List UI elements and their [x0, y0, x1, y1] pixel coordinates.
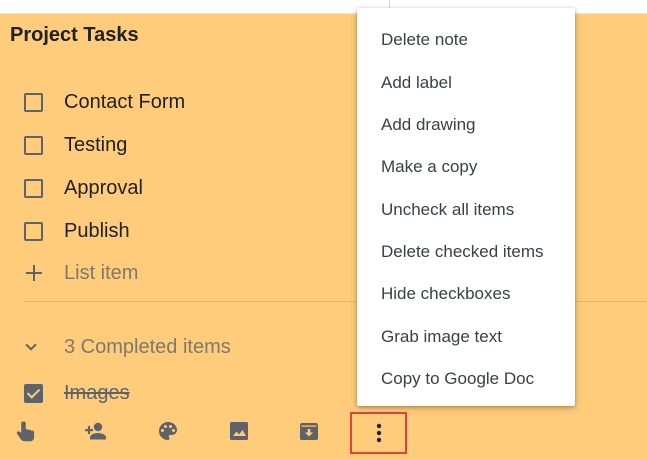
archive-button[interactable] [296, 418, 322, 444]
list-item-text[interactable]: Contact Form [64, 91, 185, 114]
more-options-icon [376, 423, 381, 443]
collaborator-button[interactable] [82, 418, 108, 444]
list-item-text[interactable]: Approval [64, 177, 143, 200]
menu-item-add-label[interactable]: Add label [381, 72, 452, 94]
list-item: Approval [24, 173, 354, 203]
collaborator-icon [85, 422, 106, 440]
checkbox[interactable] [24, 92, 43, 112]
list-item-text[interactable]: Testing [64, 134, 127, 157]
plus-icon [24, 263, 44, 283]
menu-item-copy-to-google-doc[interactable]: Copy to Google Doc [381, 368, 534, 390]
menu-item-add-drawing[interactable]: Add drawing [381, 114, 476, 136]
checkbox-checked[interactable] [24, 383, 43, 403]
menu-item-uncheck-all[interactable]: Uncheck all items [381, 199, 514, 221]
add-image-button[interactable] [226, 418, 252, 444]
list-item: Contact Form [24, 87, 354, 117]
color-palette-icon [159, 422, 177, 440]
menu-item-grab-image-text[interactable]: Grab image text [381, 326, 502, 348]
more-options-button[interactable] [350, 412, 407, 454]
list-item-text[interactable]: Publish [64, 220, 130, 243]
more-options-menu: Delete note Add label Add drawing Make a… [357, 8, 575, 406]
add-list-item-row[interactable]: List item [24, 258, 138, 288]
checkbox[interactable] [24, 221, 43, 241]
menu-item-delete-note[interactable]: Delete note [381, 29, 468, 51]
checkbox[interactable] [24, 135, 43, 155]
list-item: Publish [24, 216, 354, 246]
checkbox[interactable] [24, 178, 43, 198]
note-title[interactable]: Project Tasks [10, 24, 139, 47]
completed-items-toggle[interactable]: 3 Completed items [26, 332, 231, 362]
completed-items-summary: 3 Completed items [64, 335, 231, 358]
menu-item-make-copy[interactable]: Make a copy [381, 156, 477, 178]
menu-item-delete-checked[interactable]: Delete checked items [381, 241, 544, 263]
archive-icon [300, 423, 318, 440]
add-image-icon [230, 422, 248, 440]
menu-item-hide-checkboxes[interactable]: Hide checkboxes [381, 283, 510, 305]
add-list-item-placeholder[interactable]: List item [64, 262, 138, 285]
color-palette-button[interactable] [155, 418, 181, 444]
remind-me-button[interactable] [13, 418, 39, 444]
chevron-down-icon [26, 342, 36, 352]
list-item: Testing [24, 130, 354, 160]
remind-me-icon [16, 421, 35, 442]
